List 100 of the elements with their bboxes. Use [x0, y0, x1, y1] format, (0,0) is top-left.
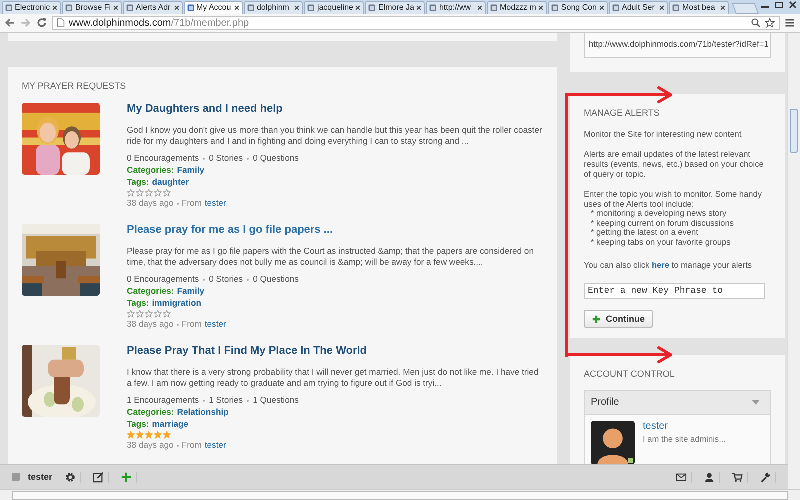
- separator-dot: [247, 158, 250, 160]
- tag-link[interactable]: marriage: [152, 419, 189, 430]
- browser-tab[interactable]: Most bea: [669, 1, 729, 14]
- close-icon[interactable]: [476, 5, 483, 11]
- author-link[interactable]: tester: [204, 198, 226, 209]
- separator-dot: [247, 278, 250, 280]
- plus-icon: [592, 314, 601, 324]
- key-phrase-field[interactable]: Enter a new Key Phrase to: [584, 283, 765, 299]
- from-label: From: [182, 198, 202, 209]
- page-icon: [126, 4, 134, 12]
- author-link[interactable]: tester: [204, 440, 226, 451]
- avatar-icon[interactable]: [591, 421, 635, 465]
- browser-tab[interactable]: Alerts Adr: [123, 1, 182, 14]
- user-status: I am the site adminis...: [643, 434, 726, 444]
- close-icon[interactable]: [659, 5, 666, 11]
- close-icon[interactable]: [294, 5, 300, 11]
- close-icon[interactable]: [538, 5, 544, 11]
- stat-count: 1 Stories: [209, 395, 244, 406]
- horizontal-scrollbar[interactable]: [0, 489, 800, 500]
- page-icon: [368, 4, 376, 12]
- tag-link[interactable]: immigration: [152, 298, 202, 309]
- page-icon: [551, 4, 560, 12]
- categories-label: Categories:: [127, 407, 174, 418]
- close-icon[interactable]: [52, 5, 58, 11]
- request-title-link[interactable]: Please pray for me as I go file papers ...: [127, 223, 543, 237]
- page-icon: [5, 4, 13, 12]
- intro-text: Monitor the Site for interesting new content: [584, 129, 743, 139]
- continue-button[interactable]: Continue: [584, 310, 653, 328]
- link-field[interactable]: http://www.dolphinmods.com/71b/tester?idRef=1: [584, 33, 771, 58]
- star-rating[interactable]: [127, 189, 171, 197]
- section-heading: MY PRAYER REQUESTS: [22, 81, 128, 91]
- restore-icon[interactable]: [772, 0, 786, 10]
- section-heading: ACCOUNT CONTROL: [584, 369, 676, 379]
- request-title-link[interactable]: Please Pray That I Find My Place In The World: [127, 344, 543, 358]
- browser-tab[interactable]: dolphinm: [244, 1, 304, 14]
- close-icon[interactable]: [113, 5, 120, 11]
- browser-tab[interactable]: Elmore Ja: [365, 1, 426, 14]
- separator-dot: [176, 444, 179, 446]
- close-icon[interactable]: [174, 5, 180, 11]
- browser-tab[interactable]: My Accou: [184, 1, 243, 14]
- stat-count: 0 Stories: [209, 153, 244, 164]
- scrollbar-thumb[interactable]: [790, 109, 798, 153]
- stat-count: 1 Encouragements: [127, 395, 200, 406]
- use-item: * keeping current on forum discussions: [591, 218, 735, 228]
- here-link[interactable]: here: [652, 260, 670, 270]
- request-title-link[interactable]: My Daughters and I need help: [127, 102, 543, 116]
- category-link[interactable]: Family: [177, 286, 205, 297]
- browser-tab[interactable]: Modzzz m: [486, 1, 548, 14]
- close-icon[interactable]: [416, 5, 422, 11]
- request-excerpt: I know that there is a very strong probability that I will never get married. Men just do not like me. I have tried a few. I am now getting ready to graduate and am trying to figure out if God is tryi...: [127, 367, 540, 389]
- tags-label: Tags:: [127, 177, 150, 188]
- request-excerpt: God I know you don't give us more than you think we can handle but this year has been quit the roller coaster ride for my daughters and I and in fighting and doing everything I can to stay strong and ...: [127, 125, 543, 147]
- post-age: 38 days ago: [127, 440, 174, 451]
- browser-tab[interactable]: Adult Ser: [609, 1, 668, 14]
- profile-header[interactable]: Profile: [585, 391, 770, 415]
- address-field[interactable]: www.dolphinmods.com/71b/member.php: [52, 16, 780, 30]
- menu-icon[interactable]: [784, 17, 796, 29]
- star-icon[interactable]: [765, 18, 775, 28]
- post-age: 38 days ago: [127, 319, 174, 330]
- page-icon: [429, 4, 438, 12]
- page-icon: [490, 4, 498, 12]
- vertical-scrollbar[interactable]: [787, 33, 800, 489]
- alerts-paragraph: Alerts are email updates of the latest relevant results (events, news, etc.) based on your choice of query or topic.: [584, 149, 765, 179]
- separator-dot: [247, 400, 250, 402]
- post-age: 38 days ago: [127, 198, 174, 209]
- zoom-icon[interactable]: [751, 18, 761, 28]
- browser-tab[interactable]: Browse Fi: [62, 1, 122, 14]
- tags-label: Tags:: [127, 298, 150, 309]
- separator-dot: [203, 400, 206, 402]
- category-link[interactable]: Relationship: [177, 407, 229, 418]
- alerts-paragraph: Enter the topic you wish to monitor. Some handy uses of the Alerts tool include:: [584, 189, 764, 209]
- categories-label: Categories:: [127, 165, 174, 176]
- scrollbar-thumb[interactable]: [12, 491, 788, 500]
- star-rating[interactable]: [127, 310, 171, 318]
- page-icon: [307, 4, 316, 12]
- browser-tab[interactable]: jacqueline: [304, 1, 364, 14]
- stat-count: 1 Questions: [253, 395, 299, 406]
- back-icon[interactable]: [4, 17, 16, 29]
- browser-tab[interactable]: Song Con: [548, 1, 608, 14]
- author-link[interactable]: tester: [204, 319, 226, 330]
- manage-alerts-text: You can also click here to manage your alerts: [584, 260, 754, 270]
- close-icon[interactable]: [599, 5, 605, 11]
- username-link[interactable]: tester: [28, 472, 53, 482]
- reload-icon[interactable]: [36, 17, 48, 29]
- stat-count: 0 Encouragements: [127, 274, 200, 285]
- close-icon[interactable]: [720, 5, 726, 11]
- close-icon[interactable]: [355, 5, 362, 11]
- close-icon[interactable]: [234, 5, 240, 11]
- star-rating[interactable]: [127, 431, 171, 439]
- stat-count: 0 Questions: [253, 274, 299, 285]
- category-link[interactable]: Family: [177, 165, 205, 176]
- tag-link[interactable]: daughter: [152, 177, 190, 188]
- section-heading: MANAGE ALERTS: [584, 108, 661, 118]
- browser-tab[interactable]: http://ww: [426, 1, 486, 14]
- user-thumbnail-icon[interactable]: [12, 473, 20, 481]
- username-link[interactable]: tester: [643, 421, 726, 432]
- tags-label: Tags:: [127, 419, 150, 430]
- from-label: From: [182, 319, 202, 330]
- browser-tab[interactable]: Electronic: [2, 1, 62, 14]
- use-item: * keeping tabs on your favorite groups: [591, 238, 732, 247]
